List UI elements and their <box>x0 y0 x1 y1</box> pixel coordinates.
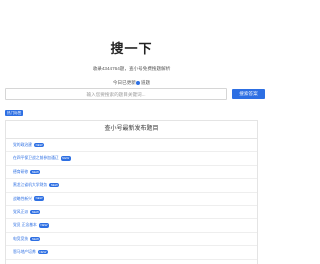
new-badge: NEW <box>30 209 41 215</box>
update-count-dot <box>136 80 141 85</box>
new-badge: NEW <box>49 182 60 188</box>
question-item[interactable]: 电竞竞技 NEW <box>6 233 257 247</box>
question-item[interactable]: 德育研修 NEW <box>6 166 257 180</box>
new-badge: NEW <box>30 169 41 174</box>
hero: 搜一下 收录4344764题，查小号免费搜题解析 今日已更新 道题 <box>0 0 263 86</box>
question-list: 党的政治建 NEW 在四平保卫战之前参加通辽 NEW 德育研修 NEW 黑龙江省机大学财务 N… <box>6 139 257 260</box>
question-item[interactable]: 党的政治建 NEW <box>6 139 257 153</box>
latest-questions-panel: 查小号最新发布题目 党的政治建 NEW 在四平保卫战之前参加通辽 NEW 德育研修 NEW… <box>5 120 258 264</box>
question-link[interactable]: 党的政治建 <box>13 143 32 147</box>
page-title: 搜一下 <box>110 41 153 56</box>
new-badge: NEW <box>60 156 71 161</box>
question-link[interactable]: 恩马地产培养 <box>13 250 36 254</box>
question-link[interactable]: 电竞竞技 <box>13 237 28 241</box>
question-item[interactable]: 党风正派 NEW <box>6 206 257 220</box>
search-input[interactable] <box>5 88 227 100</box>
search-bar: 搜索答案 <box>5 88 265 100</box>
question-link[interactable]: 战略性新兴 <box>13 197 32 201</box>
question-item[interactable]: 黑龙江省机大学财务 NEW <box>6 179 257 193</box>
new-badge: NEW <box>37 249 48 255</box>
question-item[interactable]: 恩马地产培养 NEW <box>6 246 257 260</box>
today-suffix: 道题 <box>140 80 151 85</box>
today-prefix: 今日已更新 <box>112 80 136 85</box>
question-link[interactable]: 黑龙江省机大学财务 <box>13 183 47 187</box>
search-button[interactable]: 搜索答案 <box>232 89 265 99</box>
new-badge: NEW <box>30 236 41 241</box>
stats-text: 收录4344764题，查小号免费搜题解析 <box>92 66 171 71</box>
question-link[interactable]: 德育研修 <box>13 170 28 174</box>
question-link[interactable]: 党风正派 <box>13 210 28 214</box>
question-item[interactable]: 战略性新兴 NEW <box>6 193 257 206</box>
today-update: 今日已更新 道题 <box>0 80 263 86</box>
question-item[interactable]: 党员 正念基本 NEW <box>6 219 257 233</box>
hot-tag[interactable]: 热门标签 <box>5 110 24 116</box>
question-link[interactable]: 在四平保卫战之前参加通辽 <box>13 156 59 160</box>
question-link[interactable]: 党员 正念基本 <box>13 223 37 227</box>
question-item[interactable]: 在四平保卫战之前参加通辽 NEW <box>6 152 257 166</box>
new-badge: NEW <box>33 142 45 148</box>
new-badge: NEW <box>33 196 45 201</box>
new-badge: NEW <box>38 223 50 228</box>
panel-title: 查小号最新发布题目 <box>6 121 257 139</box>
